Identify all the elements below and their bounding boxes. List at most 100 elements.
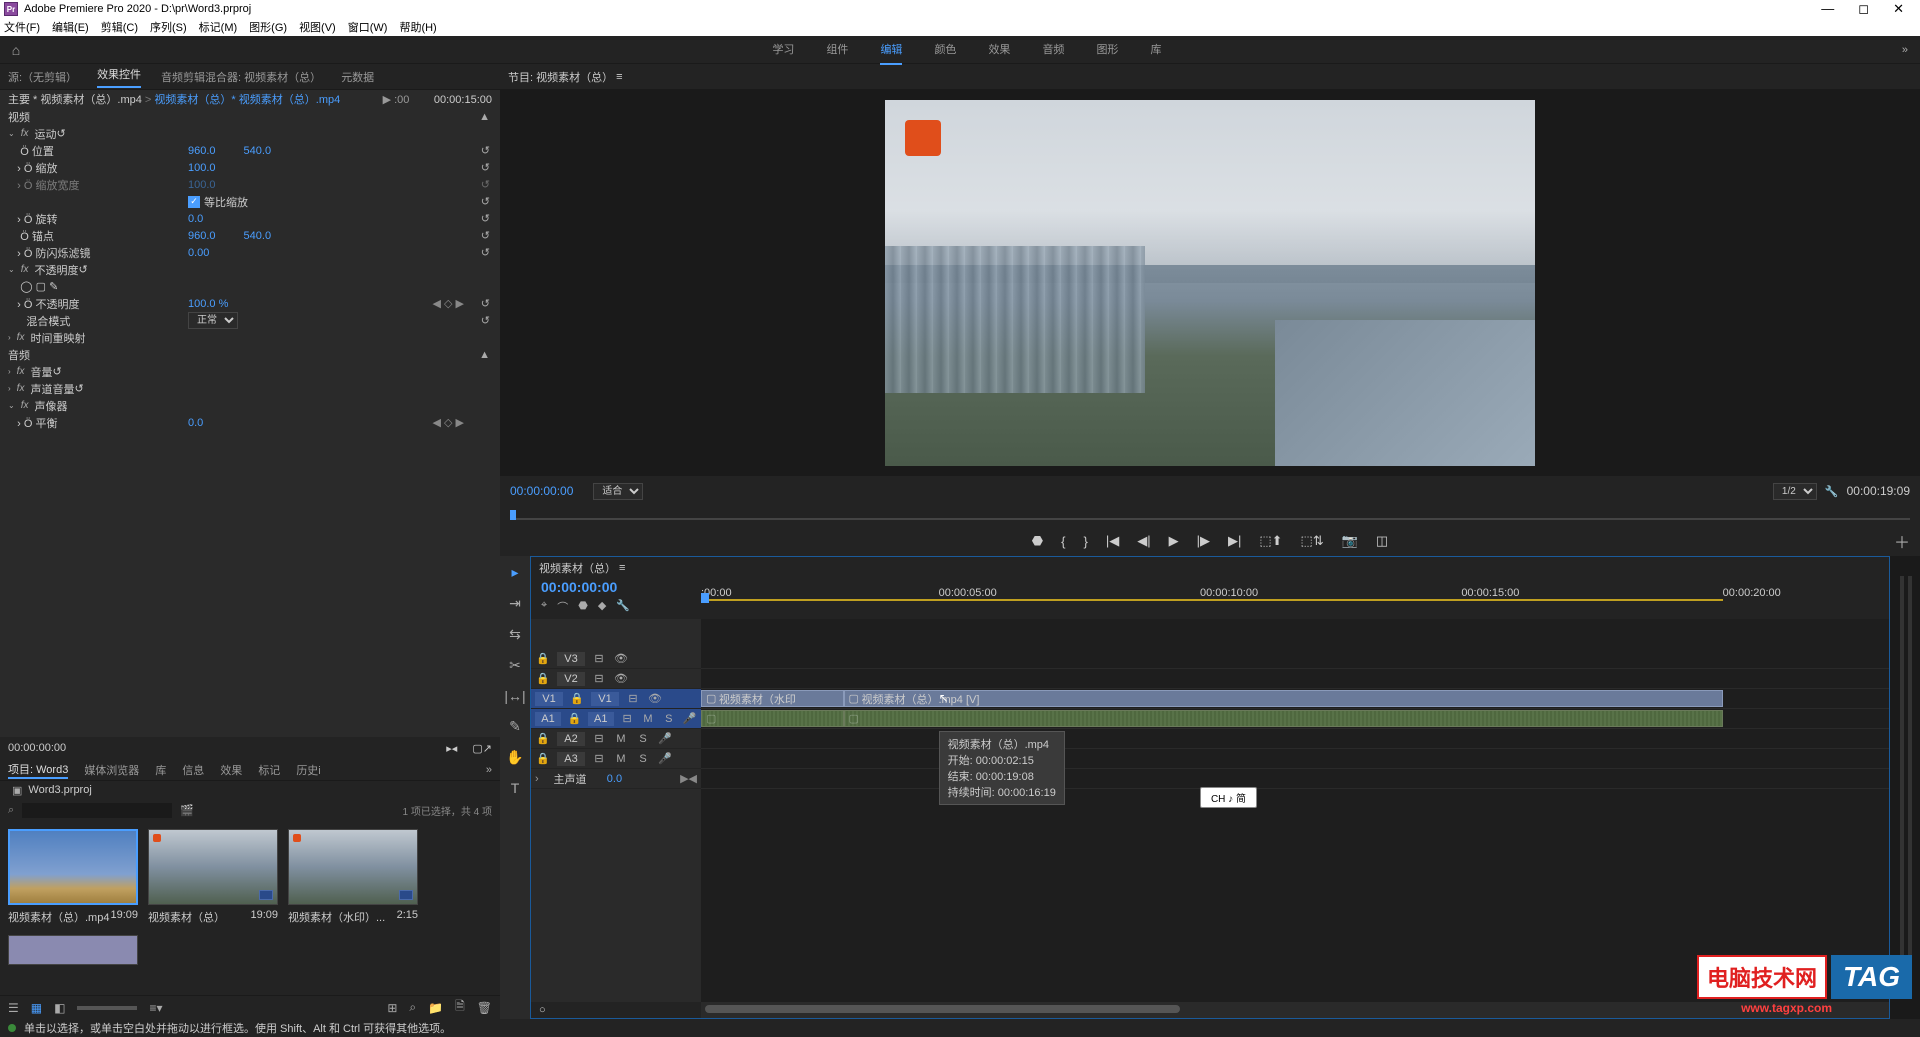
type-tool[interactable]: T bbox=[511, 780, 520, 796]
overflow-icon[interactable]: » bbox=[486, 764, 492, 776]
sort-icon[interactable]: ≡▾ bbox=[149, 1001, 162, 1015]
pen-tool[interactable]: ✎ bbox=[509, 718, 521, 735]
ec-flicker[interactable]: 0.00 bbox=[188, 247, 209, 259]
zoom-select[interactable]: 适合 bbox=[593, 483, 643, 500]
ec-time-remap[interactable]: 时间重映射 bbox=[30, 330, 85, 346]
tab-history[interactable]: 历史i bbox=[296, 762, 320, 778]
tab-effects[interactable]: 效果 bbox=[220, 762, 242, 778]
ec-anchor-x[interactable]: 960.0 bbox=[188, 230, 216, 242]
clip-main-video[interactable]: ▢ 视频素材（总）.mp4 [V] bbox=[844, 690, 1723, 707]
lock-icon[interactable]: 🔒 bbox=[535, 652, 551, 665]
add-marker-button[interactable]: ⬣ bbox=[1032, 533, 1043, 549]
clip-audio-main[interactable]: ▢ bbox=[844, 710, 1723, 727]
add-marker-icon[interactable]: ⬣ bbox=[578, 599, 588, 615]
step-forward-button[interactable]: |▶ bbox=[1197, 533, 1210, 549]
reset-icon[interactable]: ↺ bbox=[481, 314, 490, 327]
workspace-assembly[interactable]: 组件 bbox=[826, 35, 848, 65]
ec-zoom-icon[interactable]: ▸◂ bbox=[446, 742, 457, 755]
tab-audio-mixer[interactable]: 音频剪辑混合器: 视频素材（总） bbox=[161, 69, 321, 85]
step-back-button[interactable]: ◀| bbox=[1137, 533, 1150, 549]
button-editor-icon[interactable]: ＋ bbox=[1894, 529, 1910, 553]
ec-opacity[interactable]: 不透明度 bbox=[34, 262, 78, 278]
sequence-item[interactable] bbox=[8, 935, 138, 965]
ellipse-mask-icon[interactable]: ◯ bbox=[20, 281, 32, 293]
new-item-icon[interactable]: 🗎 bbox=[455, 997, 465, 1018]
timeline-ruler[interactable]: :00:00 00:00:05:00 00:00:10:00 00:00:15:… bbox=[701, 579, 1889, 619]
program-timecode[interactable]: 00:00:00:00 bbox=[510, 484, 573, 498]
reset-icon[interactable]: ↺ bbox=[481, 195, 490, 208]
lock-icon[interactable]: 🔒 bbox=[569, 692, 585, 705]
toggle-output-icon[interactable]: 👁 bbox=[647, 692, 663, 705]
menu-clip[interactable]: 剪辑(C) bbox=[101, 19, 138, 35]
ec-position-y[interactable]: 540.0 bbox=[244, 145, 272, 157]
workspace-overflow-icon[interactable]: » bbox=[1902, 44, 1908, 56]
tab-library[interactable]: 库 bbox=[155, 762, 166, 778]
maximize-button[interactable]: ◻ bbox=[1858, 1, 1869, 17]
razor-tool[interactable]: ✂ bbox=[509, 657, 521, 674]
tab-project[interactable]: 项目: Word3 bbox=[8, 761, 68, 779]
selection-tool[interactable]: ▸ bbox=[511, 564, 518, 581]
settings-icon[interactable]: 🔧 bbox=[616, 599, 630, 615]
ec-panner[interactable]: 声像器 bbox=[34, 398, 67, 414]
menu-mark[interactable]: 标记(M) bbox=[199, 19, 238, 35]
list-view-icon[interactable]: ☰ bbox=[8, 1001, 19, 1015]
track-select-tool[interactable]: ⇥ bbox=[509, 595, 521, 612]
mark-in-button[interactable]: { bbox=[1061, 534, 1065, 549]
pen-mask-icon[interactable]: ✎ bbox=[49, 281, 58, 293]
lock-icon[interactable]: 🔒 bbox=[535, 732, 551, 745]
workspace-learn[interactable]: 学习 bbox=[772, 35, 794, 65]
wrench-icon[interactable]: 🔧 bbox=[1825, 485, 1839, 498]
reset-icon[interactable]: ↺ bbox=[481, 178, 490, 191]
play-button[interactable]: ▶ bbox=[1169, 533, 1179, 549]
rect-mask-icon[interactable]: ▢ bbox=[36, 281, 46, 293]
zoom-slider[interactable] bbox=[77, 1006, 137, 1010]
tab-info[interactable]: 信息 bbox=[182, 762, 204, 778]
collapse-icon[interactable]: ▲ bbox=[479, 349, 490, 361]
search-input[interactable] bbox=[22, 803, 172, 818]
workspace-color[interactable]: 颜色 bbox=[934, 35, 956, 65]
lock-icon[interactable]: 🔒 bbox=[567, 712, 582, 725]
ec-volume[interactable]: 音量 bbox=[30, 364, 52, 380]
hand-tool[interactable]: ✋ bbox=[506, 749, 523, 766]
tab-effect-controls[interactable]: 效果控件 bbox=[97, 66, 141, 88]
menu-graphics[interactable]: 图形(G) bbox=[249, 19, 287, 35]
ec-opacity-pct[interactable]: 100.0 % bbox=[188, 298, 228, 310]
linked-selection-icon[interactable]: ⌒ bbox=[557, 599, 568, 615]
ec-anchor-y[interactable]: 540.0 bbox=[244, 230, 272, 242]
timeline-sequence-title[interactable]: 视频素材（总） bbox=[539, 560, 616, 576]
menu-edit[interactable]: 编辑(E) bbox=[52, 19, 89, 35]
tab-media-browser[interactable]: 媒体浏览器 bbox=[84, 762, 139, 778]
track-a2[interactable] bbox=[701, 729, 1889, 749]
lift-button[interactable]: ⬚⬆ bbox=[1259, 533, 1282, 549]
reset-icon[interactable]: ↺ bbox=[481, 246, 490, 259]
ripple-edit-tool[interactable]: ⇆ bbox=[509, 626, 521, 643]
trash-icon[interactable]: 🗑 bbox=[477, 1001, 492, 1015]
goto-in-button[interactable]: |◀ bbox=[1106, 533, 1119, 549]
auto-sequence-icon[interactable]: ⊞ bbox=[387, 1001, 397, 1015]
menu-view[interactable]: 视图(V) bbox=[299, 19, 336, 35]
collapse-icon[interactable]: ▲ bbox=[479, 111, 490, 123]
workspace-effects[interactable]: 效果 bbox=[988, 35, 1010, 65]
tab-metadata[interactable]: 元数据 bbox=[341, 69, 374, 85]
bin-icon[interactable]: ▣ bbox=[12, 784, 22, 797]
marker-icon[interactable]: ◆ bbox=[598, 599, 606, 615]
playhead[interactable] bbox=[701, 593, 709, 603]
sync-lock-icon[interactable]: ⊟ bbox=[625, 692, 641, 705]
ec-blend-mode[interactable]: 正常 bbox=[188, 312, 238, 329]
ec-position-x[interactable]: 960.0 bbox=[188, 145, 216, 157]
sync-lock-icon[interactable]: ⊟ bbox=[591, 732, 607, 745]
track-v1[interactable]: ▢ 视频素材（水印 ▢ 视频素材（总）.mp4 [V] ↖ bbox=[701, 689, 1889, 709]
reset-icon[interactable]: ↺ bbox=[481, 229, 490, 242]
menu-window[interactable]: 窗口(W) bbox=[348, 19, 388, 35]
toggle-output-icon[interactable]: 👁 bbox=[613, 672, 629, 685]
timeline-zoom-scrollbar[interactable] bbox=[701, 1002, 1889, 1018]
resolution-select[interactable]: 1/2 bbox=[1773, 483, 1817, 500]
sync-lock-icon[interactable]: ⊟ bbox=[591, 752, 607, 765]
icon-view-icon[interactable]: ▦ bbox=[31, 1001, 42, 1015]
menu-help[interactable]: 帮助(H) bbox=[399, 19, 436, 35]
ec-motion[interactable]: 运动 bbox=[34, 126, 56, 142]
freeform-view-icon[interactable]: ◧ bbox=[54, 1001, 65, 1015]
uniform-scale-checkbox[interactable]: ✓ bbox=[188, 196, 200, 208]
workspace-graphics[interactable]: 图形 bbox=[1096, 35, 1118, 65]
minimize-button[interactable]: ― bbox=[1821, 1, 1834, 17]
